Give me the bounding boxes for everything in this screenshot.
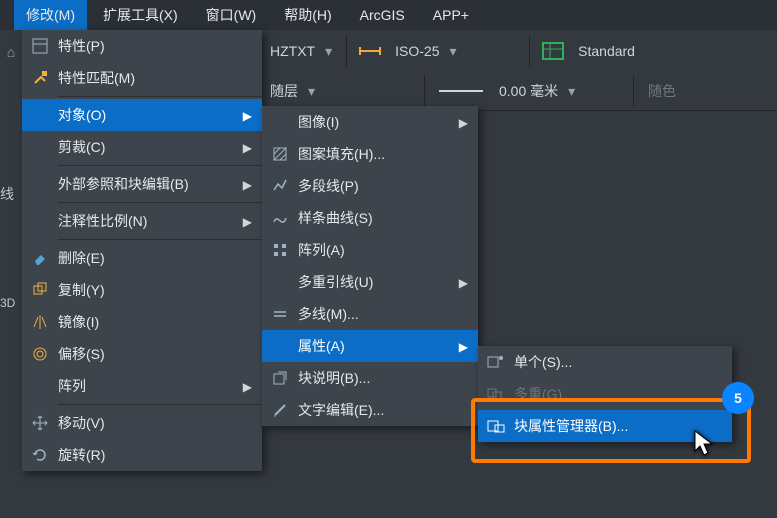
array-icon [262, 242, 298, 258]
mi-properties[interactable]: 特性(P) [22, 30, 262, 62]
divider [529, 35, 530, 67]
mi-attr-single[interactable]: 单个(S)... [478, 346, 732, 378]
mi-annoscale[interactable]: 注释性比例(N)▶ [22, 205, 262, 237]
mi-rotate[interactable]: 旋转(R) [22, 439, 262, 471]
dimstyle-dropdown[interactable]: ISO-25▾ [387, 36, 523, 66]
tablestyle-dropdown[interactable]: Standard [570, 36, 643, 66]
color-dropdown[interactable]: 随色 [640, 76, 684, 106]
block-icon [262, 370, 298, 386]
mline-icon [262, 306, 298, 322]
hatch-icon [262, 146, 298, 162]
mi-xref[interactable]: 外部参照和块编辑(B)▶ [22, 168, 262, 200]
divider [424, 75, 425, 107]
left-toolbar: ⌂ [0, 30, 22, 518]
mi-spline[interactable]: 样条曲线(S) [262, 202, 478, 234]
menu-modify[interactable]: 修改(M) [14, 0, 87, 30]
divider [346, 35, 347, 67]
lineweight-dropdown[interactable]: 0.00 毫米▾ [491, 76, 627, 106]
attr-single-icon [478, 354, 514, 370]
table-style-icon [542, 42, 564, 60]
side-label-line: 线 [0, 184, 14, 204]
mi-mline[interactable]: 多线(M)... [262, 298, 478, 330]
divider [633, 75, 634, 107]
textedit-icon [262, 402, 298, 418]
divider [58, 96, 262, 97]
battman-icon [478, 418, 514, 434]
divider [58, 239, 262, 240]
polyline-icon [262, 178, 298, 194]
mi-move[interactable]: 移动(V) [22, 407, 262, 439]
mi-textedit[interactable]: 文字编辑(E)... [262, 394, 478, 426]
callout-badge: 5 [722, 382, 754, 414]
mirror-icon [22, 314, 58, 330]
textstyle-dropdown[interactable]: HZTXT▾ [262, 36, 340, 66]
mi-attribute[interactable]: 属性(A)▶ [262, 330, 478, 362]
cursor-icon [694, 430, 714, 456]
rotate-icon [22, 447, 58, 463]
divider [58, 202, 262, 203]
mi-offset[interactable]: 偏移(S) [22, 338, 262, 370]
submenu-arrow-icon: ▶ [459, 340, 468, 354]
copy-icon [22, 282, 58, 298]
mi-clip[interactable]: 剪裁(C)▶ [22, 131, 262, 163]
submenu-arrow-icon: ▶ [243, 380, 252, 394]
dim-icon [359, 43, 381, 59]
menu-ext[interactable]: 扩展工具(X) [91, 0, 190, 30]
mi-mleader[interactable]: 多重引线(U)▶ [262, 266, 478, 298]
mi-array[interactable]: 阵列▶ [22, 370, 262, 402]
mi-blockdesc[interactable]: 块说明(B)... [262, 362, 478, 394]
matchprops-icon [22, 70, 58, 86]
properties-icon [22, 38, 58, 54]
submenu-arrow-icon: ▶ [243, 109, 252, 123]
mi-hatch[interactable]: 图案填充(H)... [262, 138, 478, 170]
side-label-3d: 3D [0, 296, 15, 310]
submenu-arrow-icon: ▶ [243, 215, 252, 229]
submenu-arrow-icon: ▶ [243, 178, 252, 192]
menu-arcgis[interactable]: ArcGIS [348, 0, 417, 30]
chevron-down-icon: ▾ [568, 83, 575, 100]
mi-image[interactable]: 图像(I)▶ [262, 106, 478, 138]
submenu-arrow-icon: ▶ [459, 116, 468, 130]
chevron-down-icon: ▾ [450, 43, 457, 60]
mi-copy[interactable]: 复制(Y) [22, 274, 262, 306]
layer-dropdown[interactable]: 随层▾ [262, 76, 418, 106]
mi-mirror[interactable]: 镜像(I) [22, 306, 262, 338]
attr-multi-icon [478, 386, 514, 402]
mi-object[interactable]: 对象(O)▶ [22, 99, 262, 131]
lineweight-icon [439, 88, 483, 94]
menu-modify-label: 修改(M) [26, 7, 75, 23]
attribute-submenu: 单个(S)... 多重(G) 块属性管理器(B)... [478, 346, 732, 442]
divider [58, 165, 262, 166]
menubar: 修改(M) 扩展工具(X) 窗口(W) 帮助(H) ArcGIS APP+ [0, 0, 777, 30]
house-icon[interactable]: ⌂ [7, 44, 15, 60]
object-submenu: 图像(I)▶ 图案填充(H)... 多段线(P) 样条曲线(S) 阵列(A) 多… [262, 106, 478, 426]
divider [58, 404, 262, 405]
move-icon [22, 415, 58, 431]
mi-pline[interactable]: 多段线(P) [262, 170, 478, 202]
mi-matchprops[interactable]: 特性匹配(M) [22, 62, 262, 94]
offset-icon [22, 346, 58, 362]
erase-icon [22, 250, 58, 266]
menu-appplus[interactable]: APP+ [421, 0, 481, 30]
mi-attr-multi: 多重(G) [478, 378, 732, 410]
spline-icon [262, 210, 298, 226]
mi-erase[interactable]: 删除(E) [22, 242, 262, 274]
style-toolbar: HZTXT▾ ISO-25▾ Standard [262, 30, 777, 73]
mi-arraysub[interactable]: 阵列(A) [262, 234, 478, 266]
menu-window[interactable]: 窗口(W) [194, 0, 269, 30]
submenu-arrow-icon: ▶ [243, 141, 252, 155]
submenu-arrow-icon: ▶ [459, 276, 468, 290]
chevron-down-icon: ▾ [308, 83, 315, 100]
modify-menu: 特性(P) 特性匹配(M) 对象(O)▶ 剪裁(C)▶ 外部参照和块编辑(B)▶… [22, 30, 262, 471]
chevron-down-icon: ▾ [325, 43, 332, 60]
menu-help[interactable]: 帮助(H) [272, 0, 343, 30]
